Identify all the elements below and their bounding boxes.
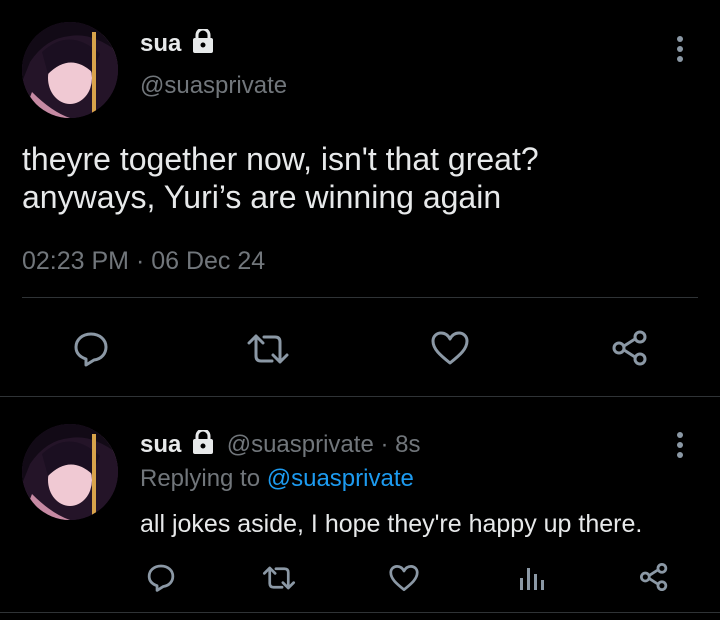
reply-retweet-icon[interactable]	[262, 564, 296, 592]
replying-to-link[interactable]: @suasprivate	[267, 465, 414, 492]
reply-author-handle[interactable]: @suasprivate	[227, 431, 374, 458]
reply-time-separator: ·	[380, 431, 389, 458]
replying-to-label: Replying to	[140, 465, 261, 492]
tweet-text-line2: anyways, Yuri’s are winning again	[22, 179, 502, 215]
author-name[interactable]: sua	[140, 30, 181, 58]
reply-header: sua @suasprivate · 8s	[140, 430, 421, 459]
author-handle[interactable]: @suasprivate	[140, 72, 287, 100]
replying-to-line: Replying to @suasprivate	[140, 465, 414, 493]
tweet-text: theyre together now, isn't that great? a…	[22, 140, 702, 216]
section-divider	[0, 396, 720, 397]
reply-more-options-icon[interactable]	[676, 432, 684, 462]
tweet-timestamp[interactable]: 02:23 PM · 06 Dec 24	[22, 247, 265, 276]
tweet-text-line1: theyre together now, isn't that great?	[22, 141, 539, 177]
like-icon[interactable]	[430, 330, 470, 366]
reply-share-icon[interactable]	[638, 562, 670, 592]
reply-like-icon[interactable]	[388, 564, 420, 592]
reply-time[interactable]: 8s	[395, 431, 420, 458]
retweet-icon[interactable]	[246, 332, 290, 366]
reply-reply-icon[interactable]	[146, 562, 176, 592]
lock-icon	[190, 29, 216, 55]
reply-avatar[interactable]	[22, 424, 118, 520]
analytics-icon[interactable]	[518, 564, 546, 590]
reply-author-name[interactable]: sua	[140, 431, 181, 458]
lock-icon	[190, 430, 216, 456]
avatar[interactable]	[22, 22, 118, 118]
reply-text: all jokes aside, I hope they're happy up…	[140, 510, 643, 538]
share-icon[interactable]	[610, 329, 650, 367]
more-options-icon[interactable]	[676, 36, 684, 66]
bottom-divider	[0, 612, 720, 613]
reply-icon[interactable]	[72, 329, 110, 367]
divider	[22, 297, 698, 298]
